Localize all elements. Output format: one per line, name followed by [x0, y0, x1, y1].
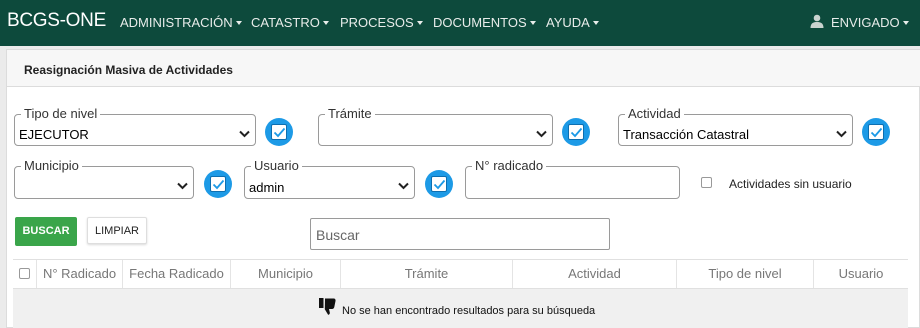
caret-down-icon	[592, 21, 599, 25]
tipo-nivel-select[interactable]: Tipo de nivel EJECUTOR	[14, 107, 256, 146]
limpiar-button[interactable]: LIMPIAR	[87, 217, 147, 244]
caret-down-icon	[902, 21, 909, 25]
caret-down-icon	[322, 21, 329, 25]
chevron-down-icon	[836, 130, 847, 138]
search-input[interactable]: Buscar	[310, 218, 610, 250]
tipo-nivel-value: EJECUTOR	[19, 127, 89, 142]
check-icon	[570, 127, 583, 138]
usuario-label: Usuario	[254, 158, 299, 173]
thumbs-down-icon	[319, 298, 336, 315]
panel-header: Reasignación Masiva de Actividades	[7, 50, 920, 87]
tipo-nivel-check-button[interactable]	[265, 118, 293, 146]
menu-ayuda[interactable]: AYUDA	[546, 15, 599, 30]
actividad-check-button[interactable]	[862, 118, 890, 146]
column-fecha-radicado[interactable]: Fecha Radicado	[123, 260, 231, 288]
column-actividad[interactable]: Actividad	[513, 260, 677, 288]
tramite-check-button[interactable]	[562, 118, 590, 146]
check-icon	[433, 179, 446, 190]
top-navbar: BCGS-ONE ADMINISTRACIÓN CATASTRO PROCESO…	[0, 0, 920, 46]
chevron-down-icon	[536, 130, 547, 138]
menu-catastro[interactable]: CATASTRO	[251, 15, 329, 30]
column-tramite[interactable]: Trámite	[341, 260, 513, 288]
buscar-button[interactable]: BUSCAR	[15, 217, 77, 246]
municipio-select[interactable]: Municipio	[14, 159, 194, 199]
sin-usuario-label: Actividades sin usuario	[729, 177, 852, 191]
check-icon	[273, 127, 286, 138]
caret-down-icon	[235, 21, 242, 25]
sin-usuario-checkbox[interactable]	[701, 177, 712, 188]
chevron-down-icon	[239, 130, 250, 138]
caret-down-icon	[529, 21, 536, 25]
select-all-checkbox[interactable]	[19, 268, 30, 279]
municipio-check-button[interactable]	[204, 170, 232, 198]
tramite-label: Trámite	[328, 106, 372, 121]
tramite-select[interactable]: Trámite	[318, 107, 553, 146]
menu-procesos[interactable]: PROCESOS	[340, 15, 423, 30]
municipio-label: Municipio	[24, 158, 79, 173]
actividad-value: Transacción Catastral	[623, 127, 749, 142]
panel-title: Reasignación Masiva de Actividades	[24, 63, 233, 77]
check-icon	[870, 127, 883, 138]
column-radicado[interactable]: N° Radicado	[37, 260, 123, 288]
menu-administracion[interactable]: ADMINISTRACIÓN	[120, 15, 242, 30]
usuario-value: admin	[249, 180, 285, 195]
tipo-nivel-label: Tipo de nivel	[24, 106, 98, 121]
usuario-select[interactable]: Usuario admin	[244, 159, 415, 199]
column-usuario[interactable]: Usuario	[814, 260, 908, 288]
radicado-label: N° radicado	[475, 158, 544, 173]
menu-documentos[interactable]: DOCUMENTOS	[433, 15, 536, 30]
caret-down-icon	[416, 21, 423, 25]
check-icon	[212, 179, 225, 190]
usuario-check-button[interactable]	[425, 170, 453, 198]
column-municipio[interactable]: Municipio	[231, 260, 341, 288]
menu-user[interactable]: ENVIGADO	[831, 15, 909, 30]
table-header: N° Radicado Fecha Radicado Municipio Trá…	[13, 259, 908, 289]
empty-message: No se han encontrado resultados para su …	[342, 305, 596, 317]
chevron-down-icon	[398, 182, 409, 190]
chevron-down-icon	[177, 182, 188, 190]
brand-logo[interactable]: BCGS-ONE	[7, 10, 106, 32]
radicado-input[interactable]: N° radicado	[465, 159, 680, 199]
column-tipo-nivel[interactable]: Tipo de nivel	[677, 260, 814, 288]
user-icon	[810, 14, 824, 28]
actividad-label: Actividad	[628, 106, 681, 121]
actividad-select[interactable]: Actividad Transacción Catastral	[618, 107, 853, 146]
